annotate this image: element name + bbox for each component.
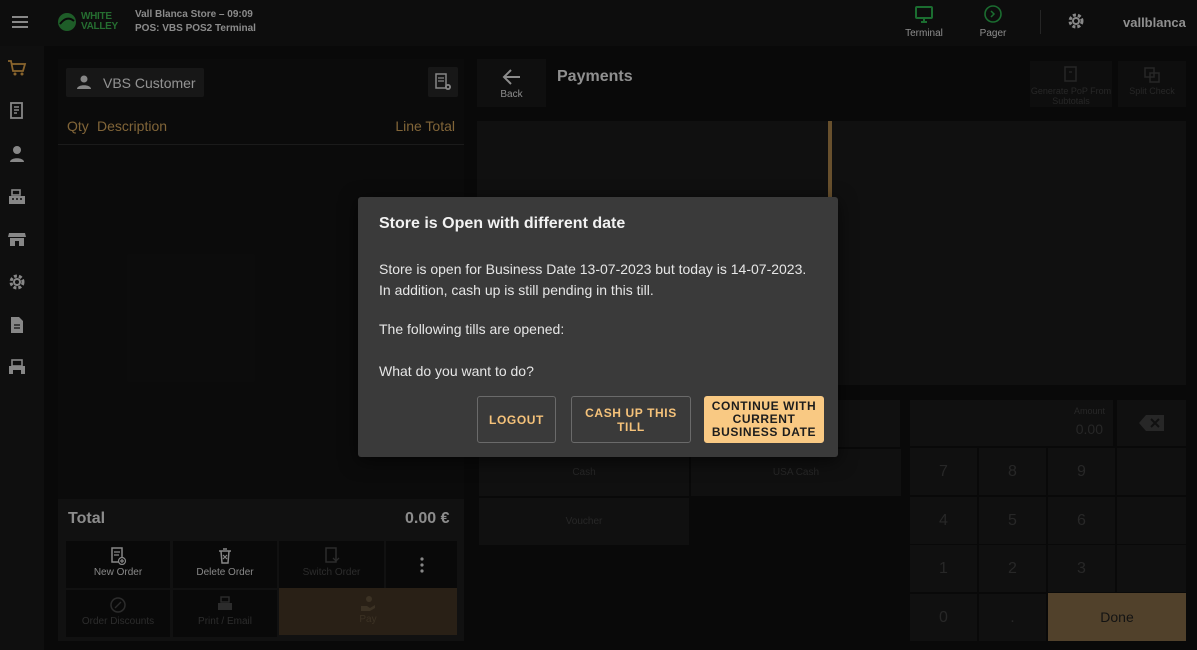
logout-button[interactable]: LOGOUT (477, 396, 556, 443)
dialog-title: Store is Open with different date (379, 215, 626, 232)
dialog-message: Store is open for Business Date 13-07-20… (379, 261, 807, 298)
cash-up-till-button[interactable]: CASH UP THIS TILL (571, 396, 691, 443)
continue-business-date-button[interactable]: CONTINUE WITH CURRENT BUSINESS DATE (704, 396, 824, 443)
store-date-dialog: Store is Open with different date Store … (358, 197, 838, 457)
dialog-question: What do you want to do? (379, 363, 534, 379)
dialog-open-tills: The following tills are opened: (379, 321, 565, 337)
